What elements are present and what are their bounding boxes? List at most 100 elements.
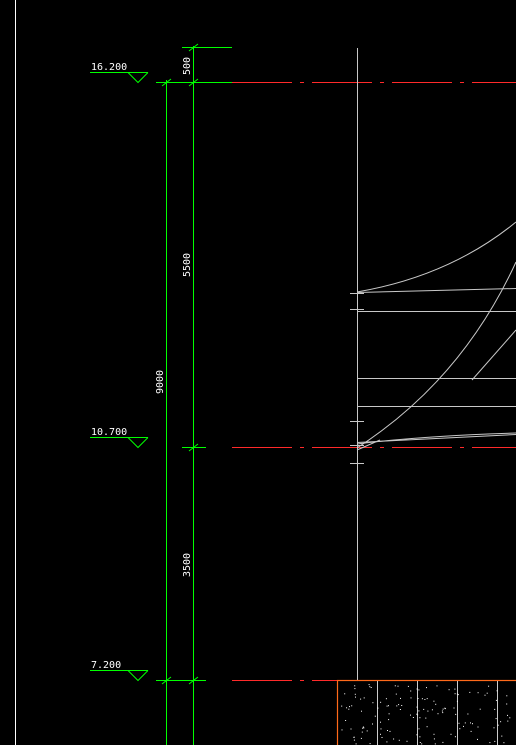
hatch-dot <box>419 736 421 738</box>
foundation-block <box>336 679 516 745</box>
hatch-dot <box>454 693 456 695</box>
dim-value-500: 500 <box>182 57 193 75</box>
hatch-dot <box>374 715 376 717</box>
hatch-dot <box>427 710 429 712</box>
hatch-dot <box>489 742 491 744</box>
hatch-dot <box>454 736 456 738</box>
hatch-dot <box>477 726 479 728</box>
structure <box>350 48 516 680</box>
foundation-outline <box>336 679 516 745</box>
hatch-dot <box>435 703 437 705</box>
hatch-dot <box>507 720 509 722</box>
hatch-dot <box>397 685 399 687</box>
hatch-dot <box>431 709 433 711</box>
hatch-dot <box>368 684 370 686</box>
hatch-dot <box>393 738 395 740</box>
elevation-marker-16200 <box>90 72 149 84</box>
hatch-dot <box>484 694 486 696</box>
elev-triangle <box>127 670 149 682</box>
hatch-dot <box>354 685 356 687</box>
hatch-dot <box>377 707 379 709</box>
hatch-dot <box>442 712 444 714</box>
hatch-dot <box>495 699 497 701</box>
hatch-dot <box>369 686 371 688</box>
hatch-dot <box>433 733 435 735</box>
hatch-dot <box>351 705 353 707</box>
hatch-dot <box>503 742 505 744</box>
hatch-dot <box>458 722 460 724</box>
hatch-dot <box>394 685 396 687</box>
hatch-dot <box>396 705 398 707</box>
hatch-dot <box>472 723 473 725</box>
hatch-dot <box>381 737 383 738</box>
hatch-dot <box>380 701 382 703</box>
hatch-dot <box>370 687 372 688</box>
hatch-dot <box>426 687 427 689</box>
hatch-dot <box>497 724 499 726</box>
hatch-dot <box>372 702 374 704</box>
hatch-dot <box>433 738 435 740</box>
hatch-dot <box>388 713 390 715</box>
hatch-dot <box>361 710 362 712</box>
hatch-dot <box>436 685 438 687</box>
hatch-dot <box>506 695 508 697</box>
hatch-dot <box>389 730 391 732</box>
elev-triangle <box>127 72 149 84</box>
hatch-dot <box>355 696 356 698</box>
hatch-dot <box>423 708 425 710</box>
hatch-dot <box>417 698 419 699</box>
hatch-dot <box>386 705 388 707</box>
hatch-dot <box>418 710 420 712</box>
dimension-chain <box>156 43 232 745</box>
hatch-dot <box>354 688 356 690</box>
elevation-marker-7200 <box>90 670 149 682</box>
hatch-dot <box>509 717 511 719</box>
hatch-dot <box>346 707 348 709</box>
hatch-dot <box>453 707 455 709</box>
hatch-dot <box>399 709 401 710</box>
hatch-dot <box>456 700 458 702</box>
beam-line <box>356 288 516 293</box>
hatch-dot <box>450 733 452 735</box>
hatch-dot <box>418 728 420 730</box>
hatch-dot <box>424 699 426 700</box>
arc-upper <box>356 221 516 293</box>
hatch-dot <box>488 685 490 687</box>
hatch-dot <box>507 714 508 716</box>
hatch-dot <box>495 718 497 720</box>
hatch-dot <box>421 743 423 745</box>
hatch-dot <box>380 728 382 730</box>
hatch-dot <box>455 713 457 715</box>
hatch-dot <box>412 717 414 718</box>
hatch-dot <box>448 689 450 691</box>
arc-lower <box>356 261 516 449</box>
hatch-dot <box>416 706 418 708</box>
hatch-dot <box>494 740 496 742</box>
hatch-dot <box>385 698 387 700</box>
hatch-dot <box>416 688 418 690</box>
hatch-dot <box>434 743 436 745</box>
hatch-dot <box>362 726 364 728</box>
hatch-dot <box>456 693 458 695</box>
hatch-dot <box>470 730 472 732</box>
hatch-dot <box>496 690 498 692</box>
hatch-dot <box>501 735 503 737</box>
hatch-dot <box>362 727 364 729</box>
floor-axis-lines <box>232 82 516 681</box>
hatch-dot <box>388 705 389 707</box>
hatch-dot <box>406 740 408 742</box>
hatch-dot <box>421 698 423 700</box>
hatch-dot <box>442 708 444 710</box>
hatch-dot <box>372 723 373 725</box>
hatch-dot <box>348 708 350 710</box>
hatch-dot <box>341 729 343 731</box>
hatch-dot <box>416 713 418 715</box>
hatch-dot <box>426 698 428 700</box>
hatch-dot <box>416 734 418 736</box>
hatch-dot <box>506 703 508 705</box>
hatch-dot <box>479 708 481 710</box>
hatch-dot <box>426 726 428 728</box>
hatch-dot <box>457 694 459 696</box>
elev-triangle <box>127 437 149 449</box>
elevation-marker-10700 <box>90 437 149 449</box>
